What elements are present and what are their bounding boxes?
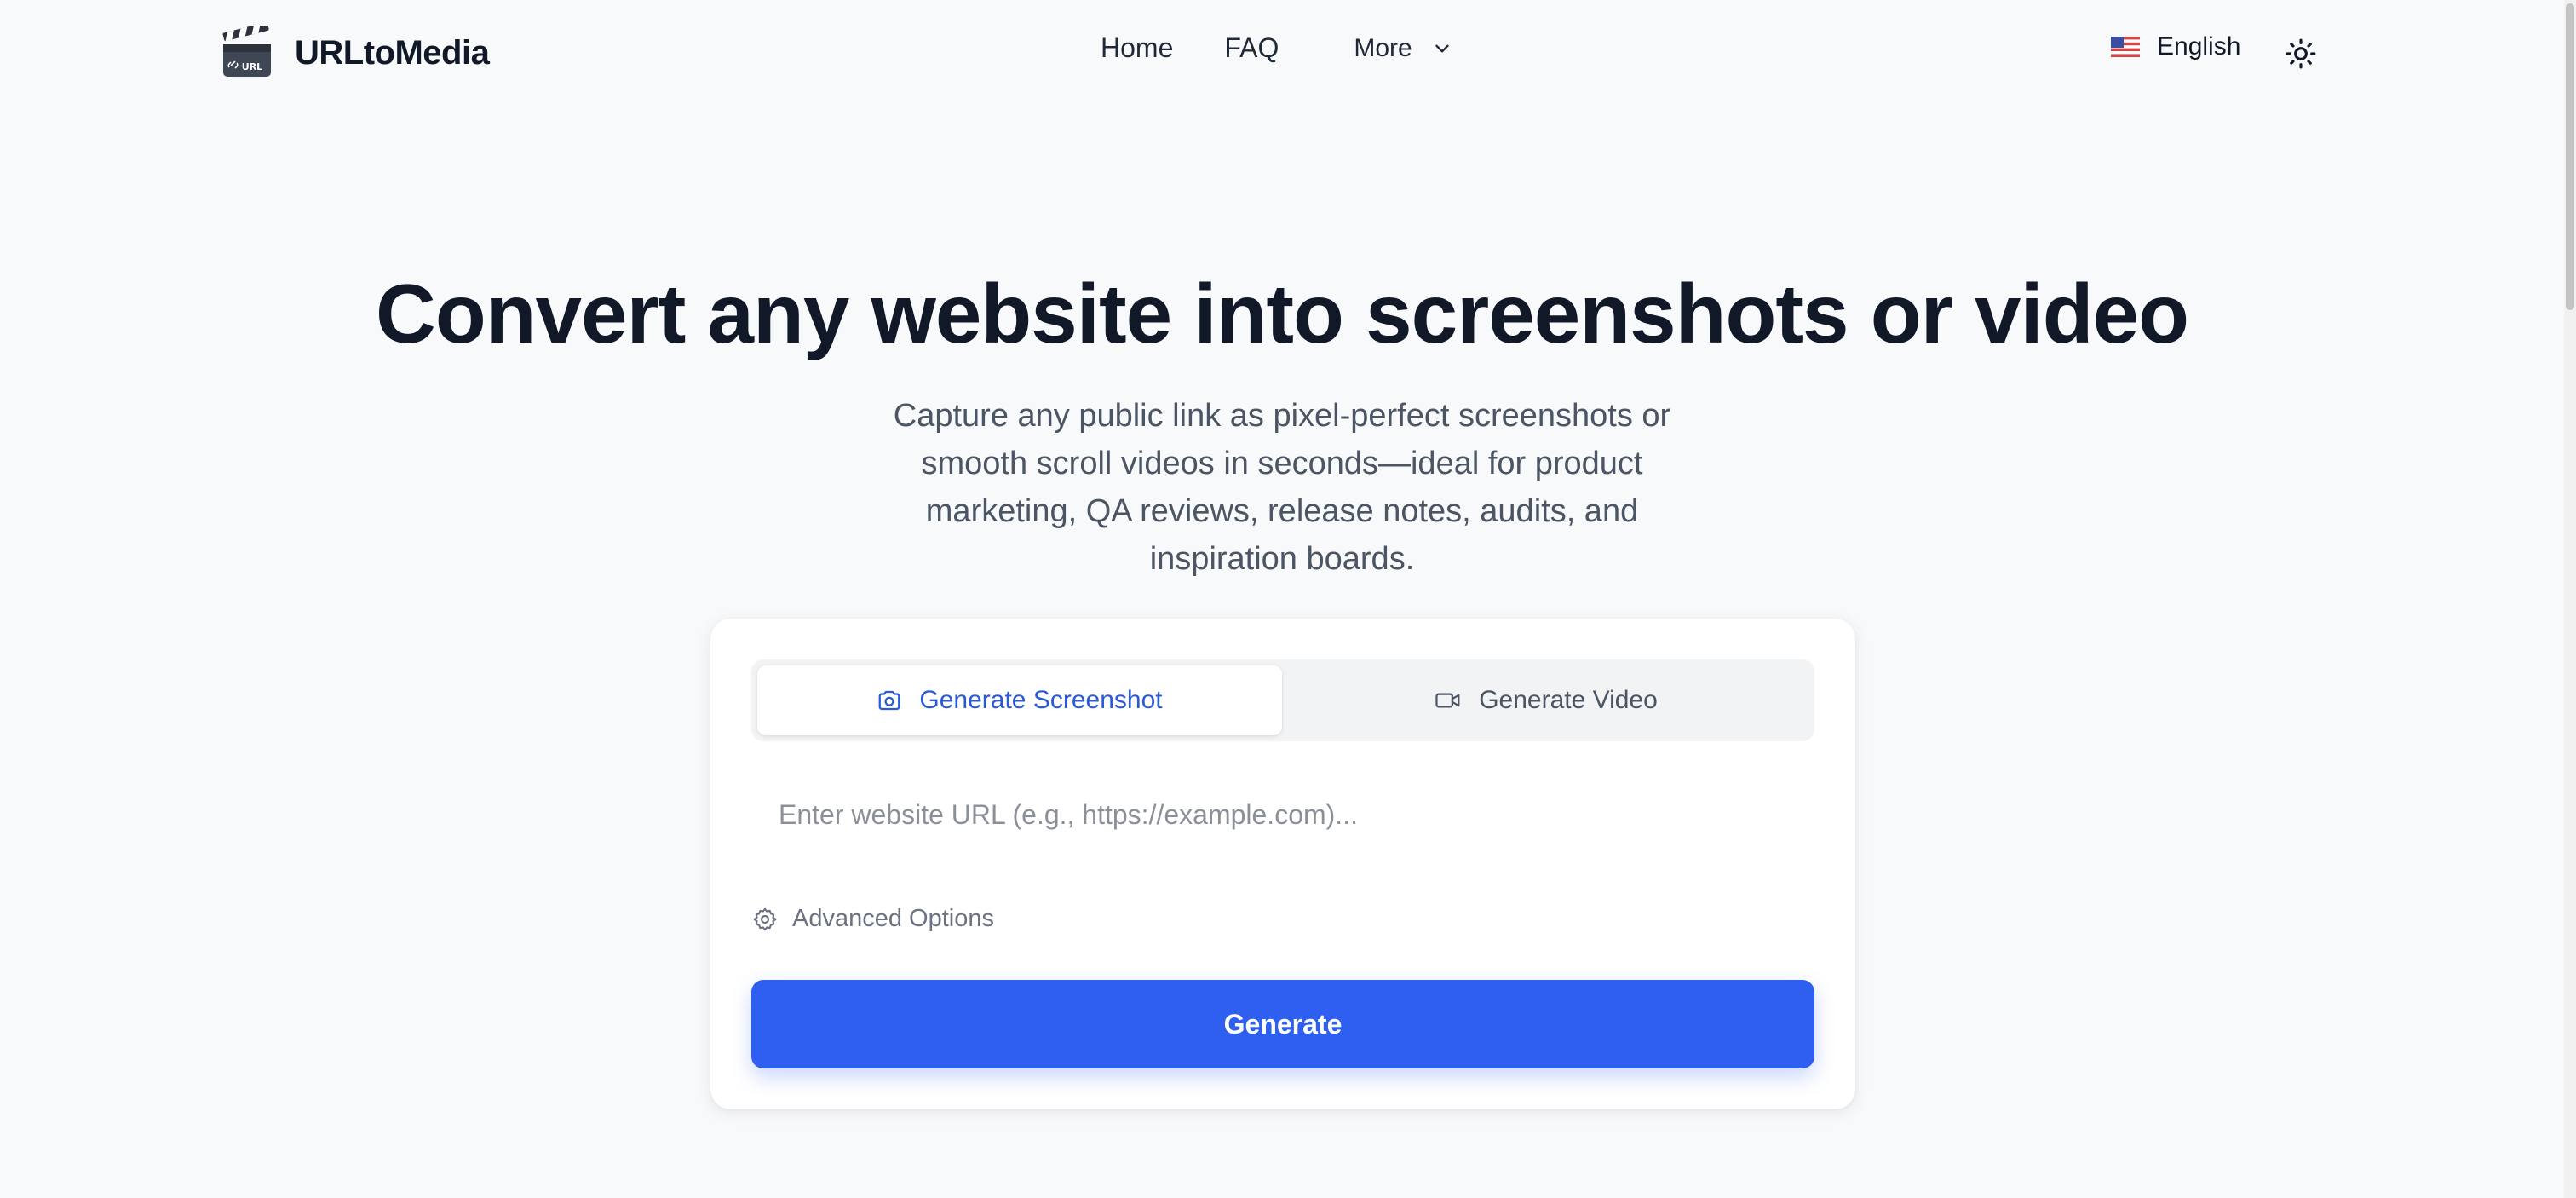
clapperboard-icon: URL — [222, 26, 271, 77]
nav-more-label: More — [1354, 33, 1412, 62]
url-input[interactable] — [751, 780, 1814, 849]
tab-screenshot-label: Generate Screenshot — [919, 686, 1163, 714]
camera-icon — [879, 690, 900, 711]
language-label: English — [2157, 32, 2241, 60]
nav-home-link[interactable]: Home — [1101, 32, 1173, 64]
advanced-options-toggle[interactable]: Advanced Options — [751, 905, 994, 933]
advanced-options-label: Advanced Options — [792, 905, 994, 932]
gear-icon — [753, 907, 777, 930]
tab-video-label: Generate Video — [1479, 686, 1658, 714]
logo-badge-text: URL — [242, 61, 262, 72]
sun-icon[interactable] — [2285, 37, 2317, 70]
brand-link[interactable]: URL URLtoMedia — [220, 26, 490, 80]
video-camera-icon — [1435, 693, 1460, 708]
hero-title: Convert any website into screenshots or … — [376, 267, 2189, 360]
page-scrollbar[interactable] — [2564, 0, 2576, 1198]
brand-name: URLtoMedia — [295, 33, 490, 72]
us-flag-icon — [2111, 37, 2140, 57]
page: URL URLtoMedia Home FAQ More English Con… — [0, 0, 2576, 1198]
main-nav: Home FAQ More — [1101, 32, 1453, 64]
chevron-down-icon — [1435, 44, 1449, 52]
hero-subtitle: Capture any public link as pixel-perfect… — [893, 398, 1671, 577]
generate-button[interactable]: Generate — [751, 980, 1814, 1068]
generator-card: Generate Screenshot Generate Video Advan… — [710, 619, 1855, 1109]
tab-generate-video[interactable]: Generate Video — [1284, 665, 1808, 735]
top-header: URL URLtoMedia Home FAQ More English — [0, 0, 2576, 106]
nav-more-dropdown[interactable]: More — [1354, 34, 1452, 63]
nav-faq-link[interactable]: FAQ — [1224, 32, 1279, 64]
language-selector[interactable]: English — [2111, 32, 2240, 61]
mode-tabs: Generate Screenshot Generate Video — [751, 659, 1814, 741]
scrollbar-thumb[interactable] — [2566, 3, 2574, 310]
tab-generate-screenshot[interactable]: Generate Screenshot — [757, 665, 1282, 735]
